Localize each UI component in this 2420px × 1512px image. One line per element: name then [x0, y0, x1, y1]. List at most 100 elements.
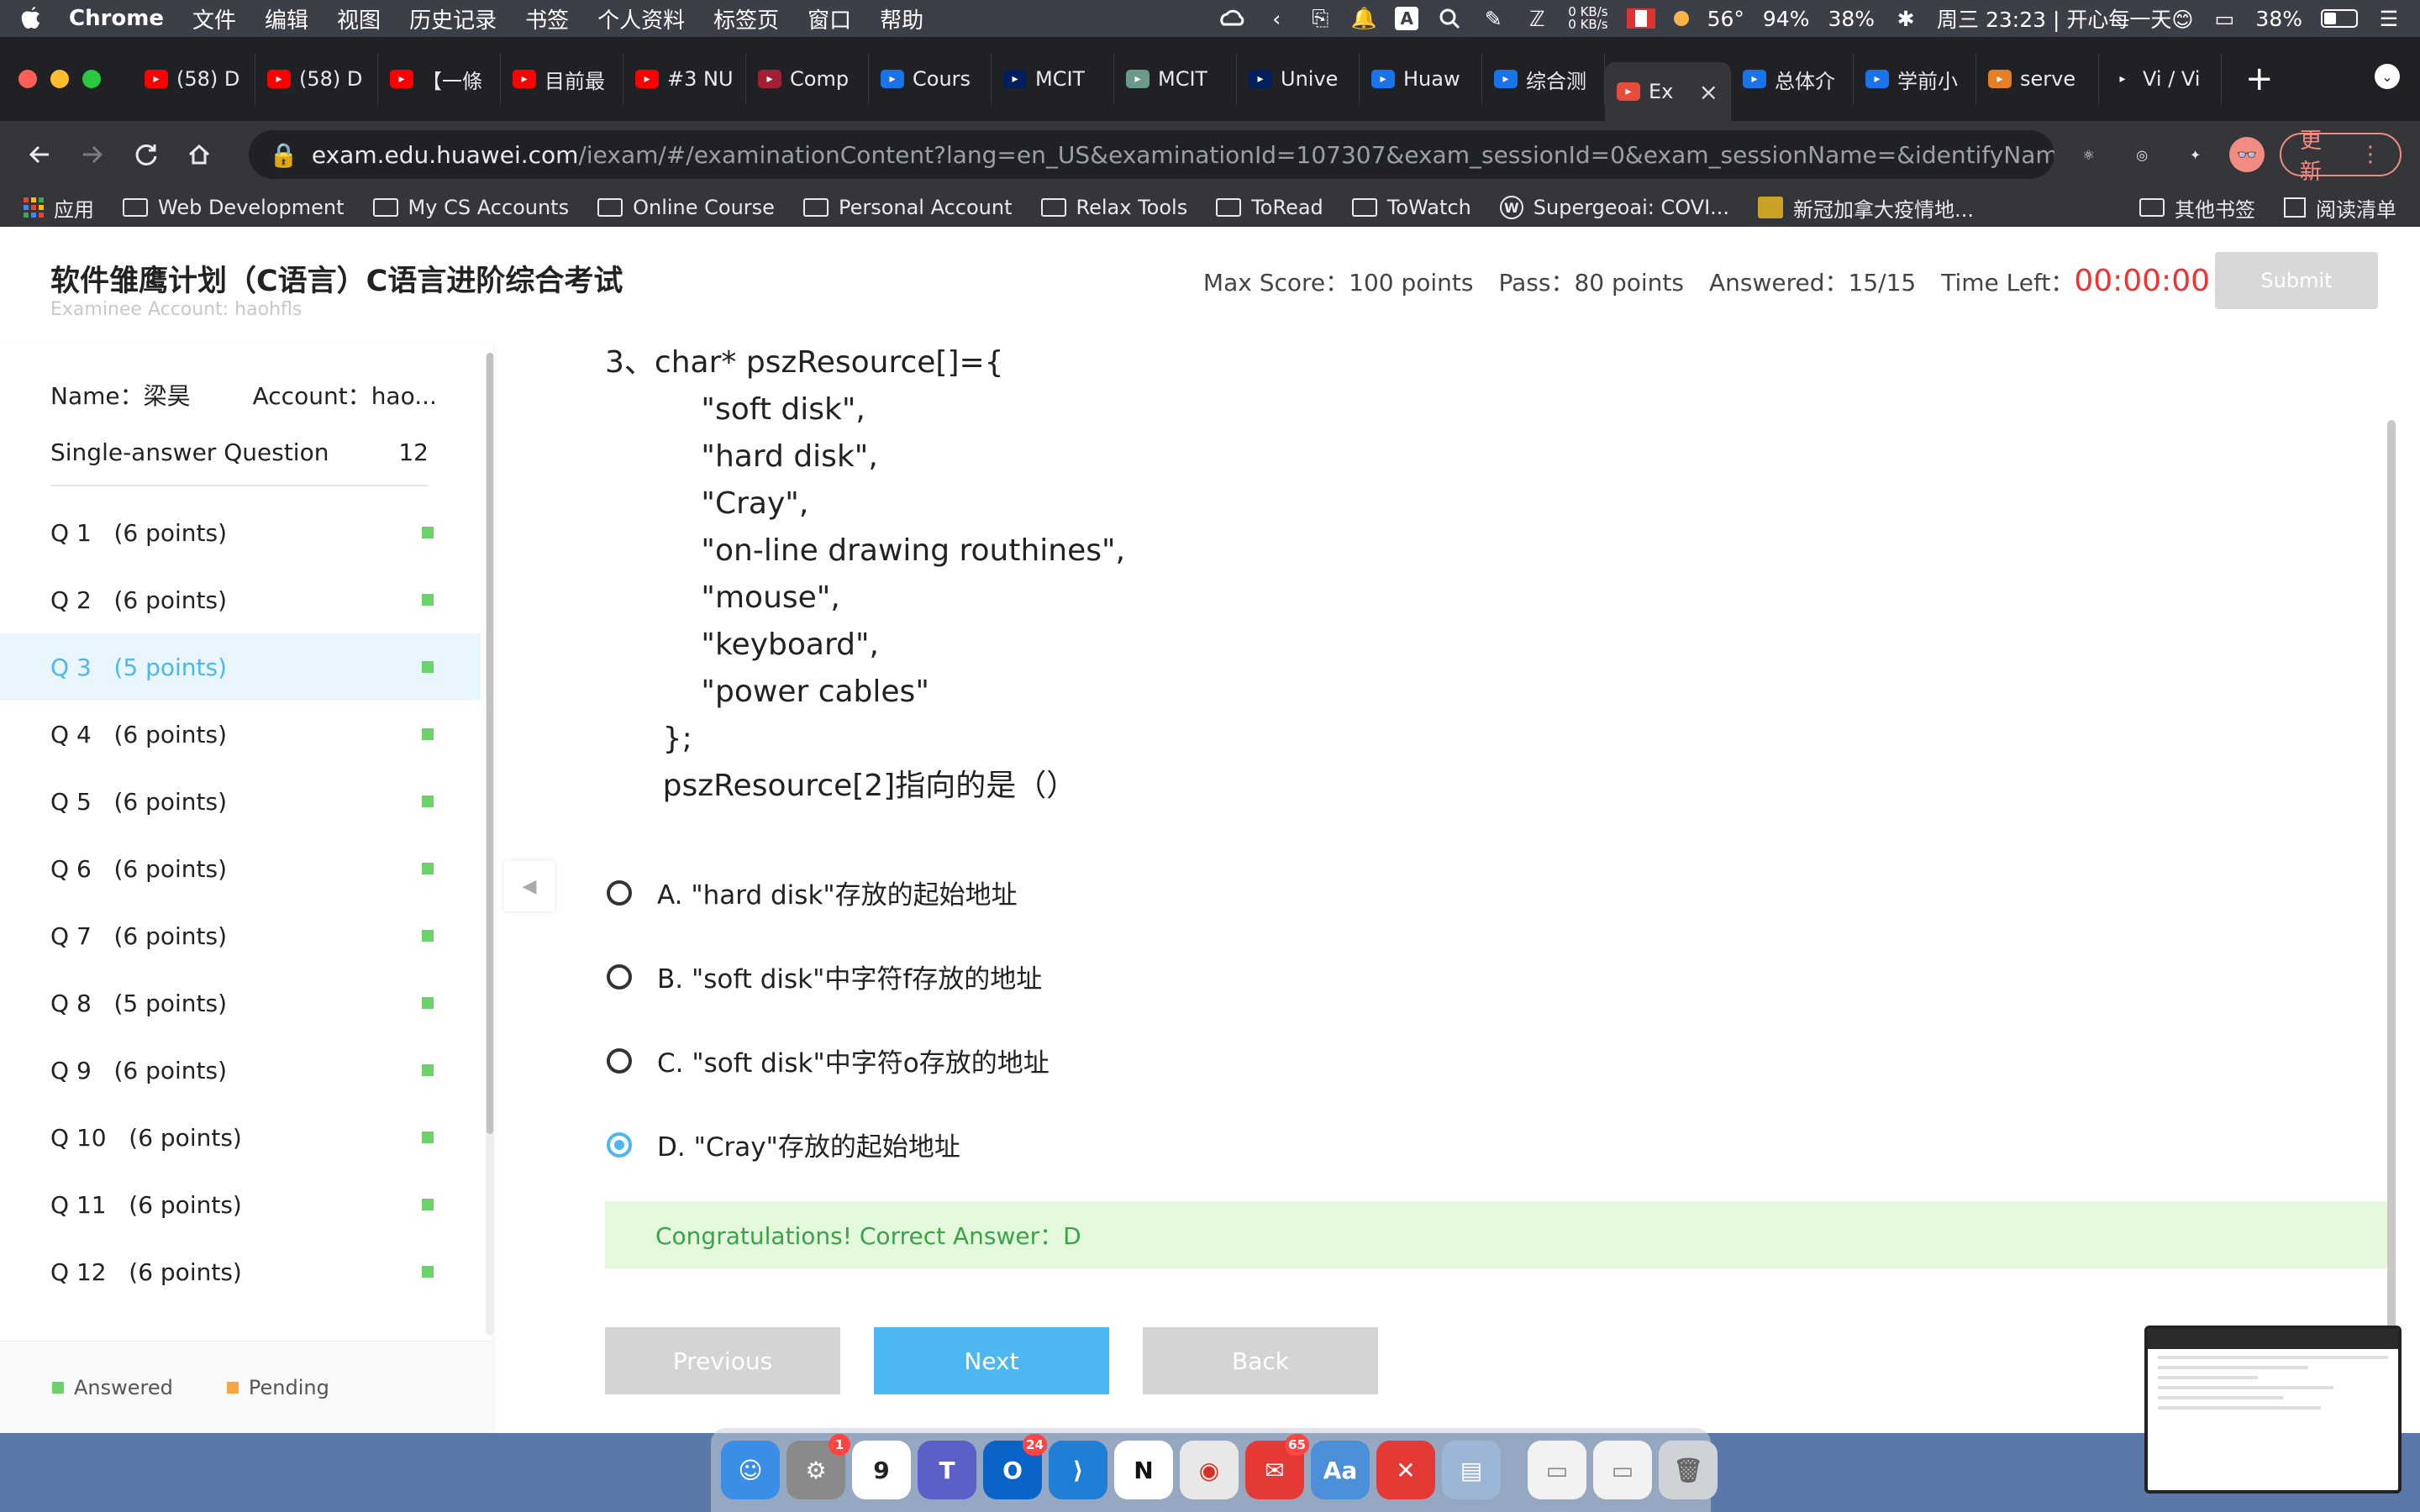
- close-tab-icon[interactable]: ×: [1699, 78, 1718, 106]
- creative-cloud-icon[interactable]: [1220, 6, 1245, 31]
- bookmark-web-development[interactable]: Web Development: [123, 196, 345, 219]
- back-icon[interactable]: [18, 134, 60, 176]
- browser-tab[interactable]: ▸ 综合测: [1482, 54, 1605, 104]
- z-icon[interactable]: ℤ: [1524, 6, 1549, 31]
- browser-tab[interactable]: ▸ Cours: [869, 54, 992, 104]
- radio-icon[interactable]: [607, 1047, 632, 1074]
- browser-tab[interactable]: ▸ MCIT: [1114, 54, 1237, 104]
- option-a[interactable]: A. "hard disk"存放的起始地址: [607, 874, 1018, 911]
- question-item[interactable]: Q 7 (6 points): [0, 902, 481, 969]
- bookmark-supergeoai[interactable]: W Supergeoai: COVI...: [1499, 196, 1729, 219]
- dictionary-icon[interactable]: Aa: [1311, 1441, 1370, 1499]
- bookmark-my-cs-accounts[interactable]: My CS Accounts: [372, 196, 569, 219]
- battery-status[interactable]: 94%: [1763, 7, 1810, 31]
- question-item[interactable]: Q 6 (6 points): [0, 835, 481, 902]
- option-b[interactable]: B. "soft disk"中字符f存放的地址: [607, 958, 1042, 995]
- battery-icon[interactable]: [2321, 9, 2358, 28]
- cpu-status[interactable]: 38%: [1828, 7, 1875, 31]
- update-button[interactable]: 更新 ⋮: [2279, 129, 2402, 185]
- calendar-icon[interactable]: 9: [852, 1441, 911, 1499]
- browser-tab[interactable]: ▸ 【一條: [378, 54, 501, 104]
- screenshot-thumbnail[interactable]: [2144, 1326, 2402, 1494]
- bookmark-online-course[interactable]: Online Course: [597, 196, 775, 219]
- close-window-button[interactable]: [18, 70, 37, 88]
- radio-icon[interactable]: [607, 963, 632, 990]
- question-item[interactable]: Q 2 (6 points): [0, 566, 481, 633]
- maximize-window-button[interactable]: [82, 70, 101, 88]
- question-item[interactable]: Q 12 (6 points): [0, 1238, 481, 1305]
- browser-tab[interactable]: ▸ Huaw: [1360, 54, 1482, 104]
- browser-tab[interactable]: ▸ serve: [1976, 54, 2099, 104]
- menu-history[interactable]: 历史记录: [409, 3, 497, 34]
- battery-percentage[interactable]: 38%: [2255, 7, 2302, 31]
- question-item[interactable]: Q 3 (5 points): [0, 633, 481, 701]
- browser-tab[interactable]: ▸ (58) D: [133, 54, 255, 104]
- react-devtools-icon[interactable]: ⚛: [2070, 135, 2108, 174]
- chrome-icon[interactable]: ◉: [1180, 1441, 1239, 1499]
- preview-icon[interactable]: ▤: [1442, 1441, 1501, 1499]
- bookmark-toread[interactable]: ToRead: [1216, 196, 1323, 219]
- profile-avatar[interactable]: 👓: [2229, 137, 2265, 172]
- menu-tab[interactable]: 标签页: [713, 3, 779, 34]
- forward-icon[interactable]: [72, 134, 114, 176]
- menu-file[interactable]: 文件: [192, 3, 236, 34]
- question-item[interactable]: Q 10 (6 points): [0, 1104, 481, 1171]
- bookmark-covid-map[interactable]: 新冠加拿大疫情地...: [1758, 193, 1974, 223]
- chevron-left-icon[interactable]: ‹: [1264, 6, 1289, 31]
- option-c[interactable]: C. "soft disk"中字符o存放的地址: [607, 1042, 1050, 1079]
- bookmark-relax-tools[interactable]: Relax Tools: [1040, 196, 1187, 219]
- xmind-icon[interactable]: ✕: [1376, 1441, 1435, 1499]
- bookmark-towatch[interactable]: ToWatch: [1351, 196, 1471, 219]
- menu-app-name[interactable]: Chrome: [69, 6, 164, 31]
- bookmark-other[interactable]: 其他书签: [2139, 193, 2255, 223]
- finder-icon[interactable]: ☺: [721, 1441, 780, 1499]
- bluetooth-icon[interactable]: ✱: [1893, 6, 1918, 31]
- question-item[interactable]: Q 8 (5 points): [0, 969, 481, 1037]
- browser-tab[interactable]: ▸ MCIT: [992, 54, 1114, 104]
- question-item[interactable]: Q 9 (6 points): [0, 1037, 481, 1104]
- question-item[interactable]: Q 11 (6 points): [0, 1171, 481, 1238]
- mail-icon[interactable]: ✉ 65: [1245, 1434, 1309, 1499]
- extensions-puzzle-icon[interactable]: ✦: [2176, 135, 2215, 174]
- question-item[interactable]: Q 5 (6 points): [0, 768, 481, 835]
- weather-icon[interactable]: [1673, 11, 1689, 26]
- trash-icon[interactable]: 🗑: [1659, 1441, 1718, 1499]
- teams-icon[interactable]: T: [918, 1441, 976, 1499]
- browser-tab[interactable]: ▸ #3 NU: [623, 54, 746, 104]
- temperature[interactable]: 56°: [1707, 7, 1744, 31]
- notification-icon[interactable]: 🔔: [1351, 6, 1377, 31]
- reload-icon[interactable]: [125, 134, 167, 176]
- browser-tab[interactable]: ▸ Vi / Vi: [2099, 54, 2222, 104]
- datetime[interactable]: 周三 23:23 | 开心每一天😊: [1937, 3, 2193, 34]
- bookmark-personal-account[interactable]: Personal Account: [802, 196, 1013, 219]
- canada-flag-icon[interactable]: [1626, 8, 1655, 29]
- sidebar-scrollbar[interactable]: [486, 353, 494, 1336]
- browser-tab[interactable]: ▸ 总体介: [1731, 54, 1854, 104]
- main-scrollbar[interactable]: [2385, 344, 2398, 1433]
- minimize-window-button[interactable]: [50, 70, 69, 88]
- option-d[interactable]: D. "Cray"存放的起始地址: [607, 1126, 960, 1163]
- submit-button[interactable]: Submit: [2215, 252, 2378, 309]
- browser-tab[interactable]: ▸ (58) D: [255, 54, 378, 104]
- lock-icon[interactable]: 🔒: [269, 141, 298, 169]
- home-icon[interactable]: [179, 134, 221, 176]
- notion-icon[interactable]: N: [1114, 1441, 1173, 1499]
- paperclip-icon[interactable]: ⎘: [1307, 6, 1333, 31]
- input-source-icon[interactable]: A: [1395, 7, 1419, 30]
- menu-help[interactable]: 帮助: [880, 3, 923, 34]
- browser-tab[interactable]: ▸ 学前小: [1854, 54, 1976, 104]
- browser-tab[interactable]: ▸ Unive: [1237, 54, 1360, 104]
- radio-icon[interactable]: [607, 1131, 632, 1158]
- extension-target-icon[interactable]: ◎: [2123, 135, 2161, 174]
- new-tab-button[interactable]: +: [2245, 60, 2274, 98]
- previous-button[interactable]: Previous: [605, 1327, 840, 1394]
- more-options-icon[interactable]: ⋮: [2360, 142, 2381, 167]
- bookmark-reading-list[interactable]: 阅读清单: [2284, 193, 2396, 223]
- browser-tab[interactable]: ▸ Comp: [746, 54, 869, 104]
- menu-profiles[interactable]: 个人资料: [597, 3, 685, 34]
- document-2-icon[interactable]: ▭: [1593, 1441, 1652, 1499]
- question-item[interactable]: Q 4 (6 points): [0, 701, 481, 768]
- browser-tab[interactable]: ▸ Ex ×: [1605, 62, 1731, 121]
- back-button[interactable]: Back: [1143, 1327, 1378, 1394]
- menu-edit[interactable]: 编辑: [265, 3, 308, 34]
